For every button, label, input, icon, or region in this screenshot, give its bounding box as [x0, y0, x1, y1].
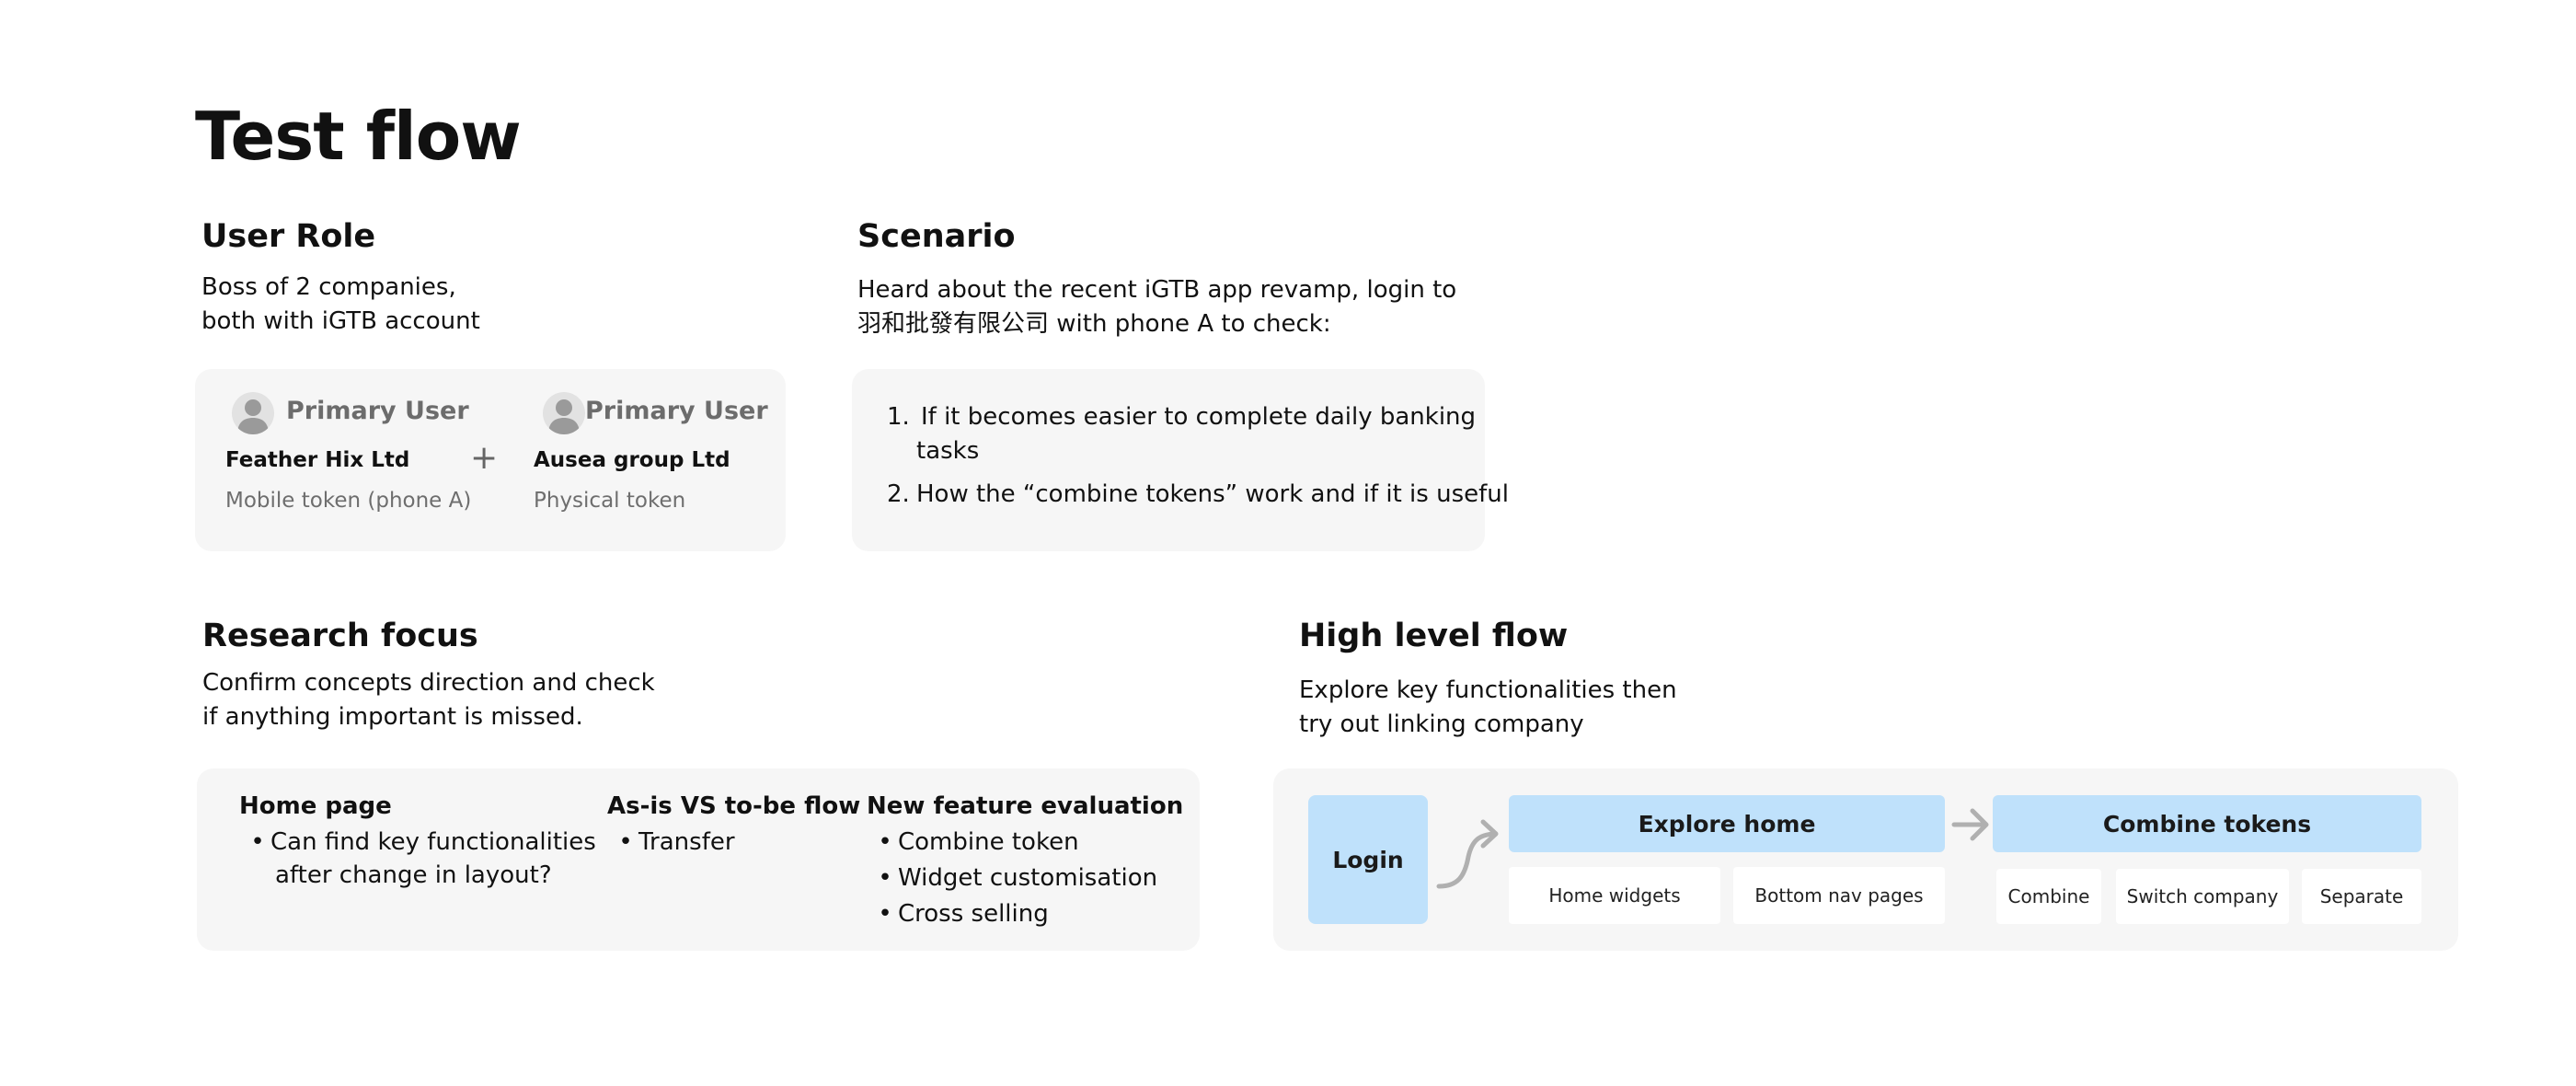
user-role-heading: User Role	[201, 218, 376, 255]
bullet-icon: •	[618, 828, 633, 856]
scenario-item-text: If it becomes easier to complete daily b…	[921, 403, 1477, 431]
home-widgets-substep: Home widgets	[1509, 867, 1720, 924]
page-title: Test flow	[195, 98, 522, 175]
explore-home-step: Explore home	[1509, 795, 1945, 852]
list-item: • Widget customisation	[872, 861, 1157, 895]
list-item-text: Can find key functionalities	[270, 828, 596, 856]
primary-user-label: Primary User	[286, 397, 469, 425]
scenario-item-text: tasks	[916, 437, 980, 465]
focus-column-title: Home page	[239, 792, 392, 820]
list-item-text: Transfer	[638, 828, 735, 856]
token-type: Mobile token (phone A)	[225, 489, 472, 513]
bullet-icon: •	[250, 828, 265, 856]
research-focus-description-line1: Confirm concepts direction and check	[202, 669, 655, 697]
combine-tokens-step: Combine tokens	[1993, 795, 2421, 852]
user-role-card: Primary User Feather Hix Ltd Mobile toke…	[195, 369, 786, 551]
list-item-text: Combine token	[898, 828, 1079, 856]
scenario-description-line1: Heard about the recent iGTB app revamp, …	[857, 276, 1457, 304]
company-name: Ausea group Ltd	[534, 448, 730, 472]
list-item-number: 1.	[887, 403, 910, 431]
list-item: • Can find key functionalities	[245, 826, 596, 860]
curved-arrow-icon	[1436, 819, 1499, 889]
research-focus-heading: Research focus	[202, 618, 478, 654]
list-item-text: Cross selling	[898, 900, 1049, 928]
list-item-number: 2.	[887, 480, 910, 508]
login-step: Login	[1308, 795, 1428, 924]
scenario-card: 1. If it becomes easier to complete dail…	[852, 369, 1509, 551]
research-focus-description-line2: if anything important is missed.	[202, 703, 583, 731]
high-level-flow-description-line1: Explore key functionalities then	[1299, 676, 1677, 704]
company-name: Feather Hix Ltd	[225, 448, 410, 472]
primary-user-label: Primary User	[585, 397, 768, 425]
high-level-flow-heading: High level flow	[1299, 618, 1569, 654]
combine-substep: Combine	[1996, 869, 2101, 924]
switch-company-substep: Switch company	[2116, 869, 2289, 924]
bullet-icon: •	[878, 900, 892, 928]
user-role-description-line2: both with iGTB account	[201, 307, 480, 335]
focus-column-title: As-is VS to-be flow	[607, 792, 861, 820]
list-item: • Combine token	[872, 826, 1079, 860]
user-role-description-line1: Boss of 2 companies,	[201, 273, 456, 301]
user-avatar-icon	[543, 392, 585, 434]
bullet-icon: •	[878, 864, 892, 892]
list-item: • Transfer	[613, 826, 735, 860]
scenario-description-line2: 羽和批發有限公司 with phone A to check:	[857, 310, 1331, 338]
focus-column-title: New feature evaluation	[867, 792, 1184, 820]
list-item-continuation: after change in layout?	[275, 861, 552, 889]
bullet-icon: •	[878, 828, 892, 856]
high-level-flow-description-line2: try out linking company	[1299, 711, 1584, 738]
arrow-right-icon	[1951, 808, 1989, 841]
plus-icon: +	[470, 439, 499, 477]
user-avatar-icon	[232, 392, 274, 434]
token-type: Physical token	[534, 489, 686, 513]
flow-card: Login Explore home Home widgets Bottom n…	[1273, 768, 2458, 951]
list-item: • Cross selling	[872, 897, 1049, 931]
research-focus-card: Home page • Can find key functionalities …	[197, 768, 1200, 951]
bottom-nav-pages-substep: Bottom nav pages	[1733, 867, 1945, 924]
list-item-text: Widget customisation	[898, 864, 1158, 892]
scenario-item-text: How the “combine tokens” work and if it …	[916, 480, 1509, 508]
scenario-heading: Scenario	[857, 218, 1016, 255]
separate-substep: Separate	[2302, 869, 2421, 924]
